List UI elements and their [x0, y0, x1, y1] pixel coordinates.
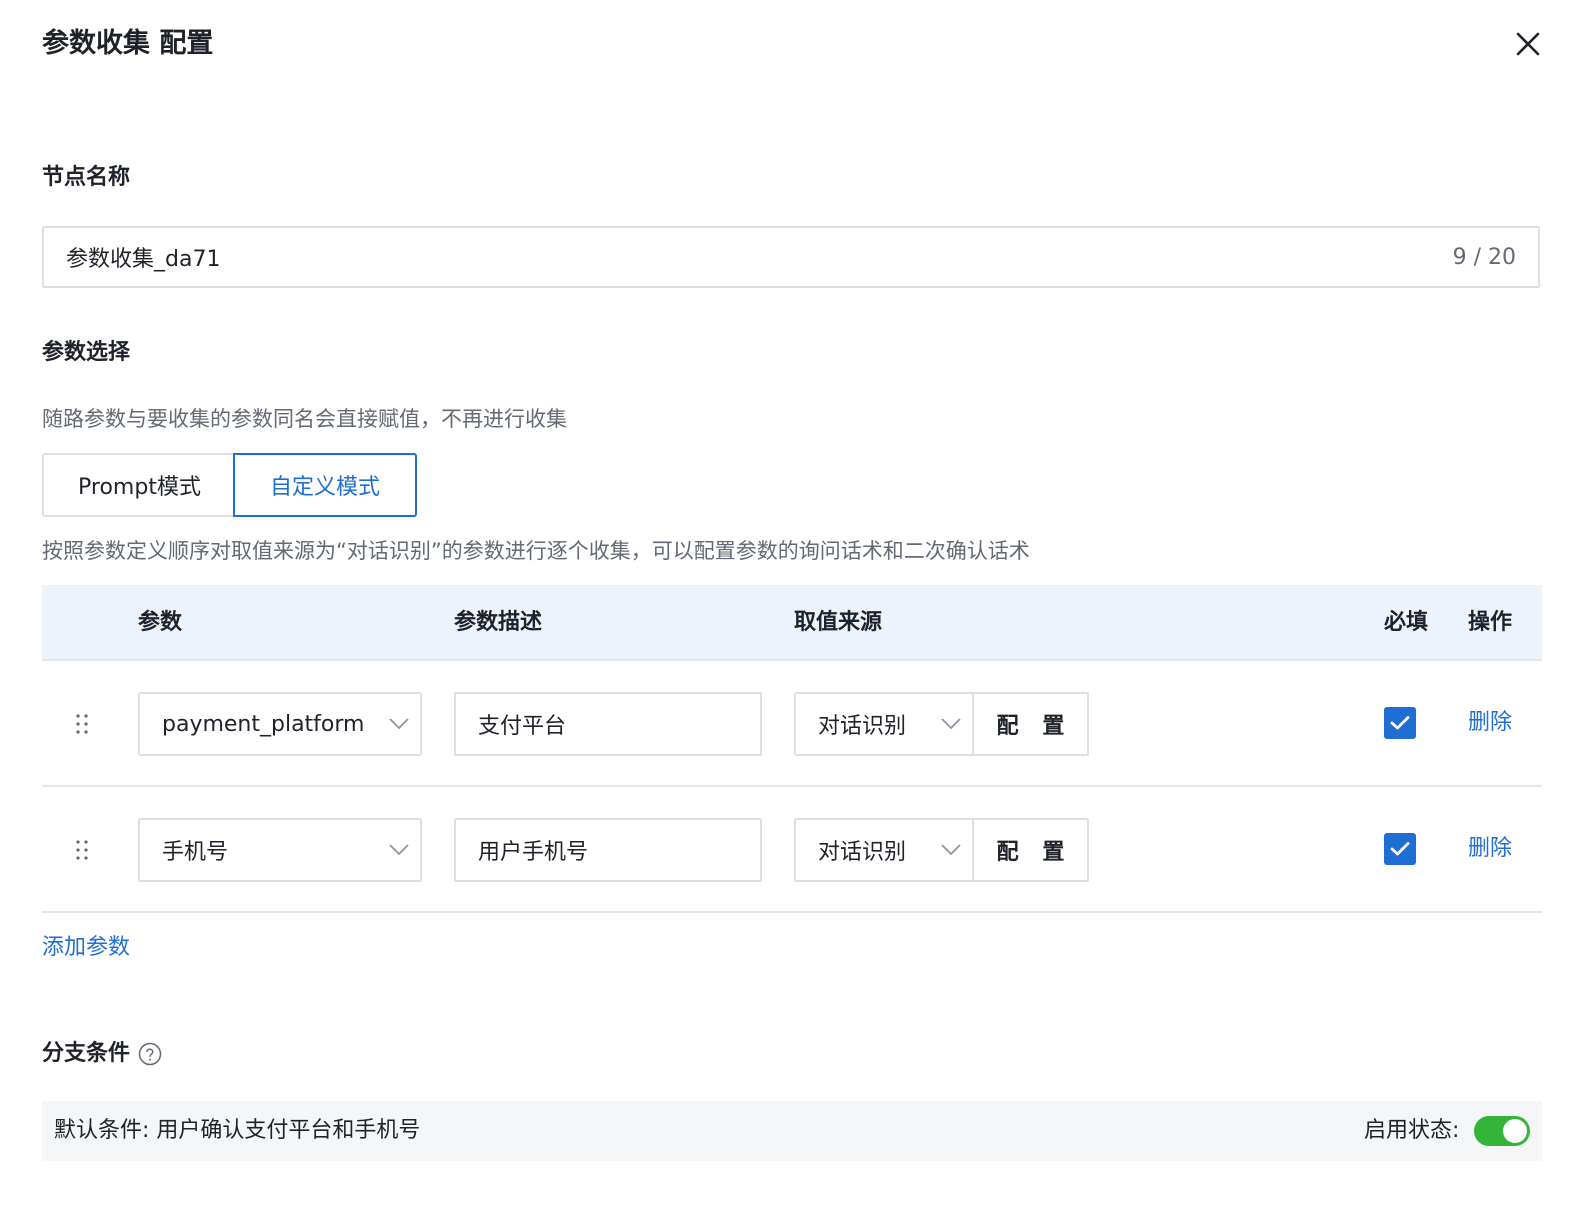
check-icon [1390, 716, 1410, 730]
table-row: 手机号 用户手机号 对话识别 配 置 删除 [42, 787, 1542, 913]
table-header: 参数 参数描述 取值来源 必填 操作 [42, 585, 1542, 661]
config-button[interactable]: 配 置 [972, 818, 1089, 882]
drag-handle-icon[interactable] [74, 713, 90, 735]
source-select[interactable]: 对话识别 [794, 692, 974, 756]
param-desc-value: 支付平台 [478, 714, 567, 739]
char-counter: 9 / 20 [1452, 244, 1516, 270]
delete-link[interactable]: 删除 [1468, 833, 1512, 865]
branch-section-title: 分支条件 [42, 1038, 162, 1070]
param-select-value: payment_platform [162, 711, 365, 737]
node-name-label: 节点名称 [42, 165, 131, 190]
add-param-link[interactable]: 添加参数 [42, 932, 130, 964]
col-action: 操作 [1468, 610, 1513, 635]
param-select[interactable]: 手机号 [138, 818, 422, 882]
toggle-knob [1503, 1119, 1527, 1143]
param-desc-input[interactable]: 用户手机号 [454, 818, 762, 882]
close-button[interactable] [1510, 26, 1546, 62]
drag-handle-icon[interactable] [74, 839, 90, 861]
dialog-title: 参数收集 配置 [42, 28, 214, 59]
status-label: 启用状态: [1364, 1118, 1460, 1143]
chevron-down-icon [389, 844, 409, 856]
default-condition-bar: 默认条件: 用户确认支付平台和手机号 启用状态: [42, 1101, 1542, 1161]
check-icon [1390, 842, 1410, 856]
param-select[interactable]: payment_platform [138, 692, 422, 756]
param-desc-input[interactable]: 支付平台 [454, 692, 762, 756]
required-checkbox[interactable] [1384, 707, 1416, 739]
node-name-value: 参数收集_da71 [66, 247, 221, 272]
node-name-input[interactable]: 参数收集_da71 9 / 20 [42, 226, 1540, 288]
source-select-value: 对话识别 [818, 840, 907, 865]
tab-prompt-mode[interactable]: Prompt模式 [42, 453, 235, 517]
chevron-down-icon [941, 844, 961, 856]
col-param: 参数 [138, 610, 183, 635]
param-select-value: 手机号 [162, 840, 229, 865]
enable-toggle[interactable] [1474, 1116, 1530, 1146]
branch-label: 分支条件 [42, 1041, 131, 1066]
required-checkbox[interactable] [1384, 833, 1416, 865]
param-desc-value: 用户手机号 [478, 840, 589, 865]
close-icon [1516, 32, 1540, 56]
chevron-down-icon [941, 718, 961, 730]
param-select-hint: 随路参数与要收集的参数同名会直接赋值，不再进行收集 [42, 407, 567, 431]
delete-link[interactable]: 删除 [1468, 707, 1512, 739]
table-row: payment_platform 支付平台 对话识别 配 置 删除 [42, 661, 1542, 787]
source-select-value: 对话识别 [818, 714, 907, 739]
tab-custom-mode[interactable]: 自定义模式 [233, 453, 417, 517]
col-source: 取值来源 [794, 610, 883, 635]
col-required: 必填 [1384, 610, 1429, 635]
config-button[interactable]: 配 置 [972, 692, 1089, 756]
mode-hint: 按照参数定义顺序对取值来源为“对话识别”的参数进行逐个收集，可以配置参数的询问话… [42, 539, 1030, 563]
source-select[interactable]: 对话识别 [794, 818, 974, 882]
col-desc: 参数描述 [454, 610, 543, 635]
param-select-label: 参数选择 [42, 340, 131, 365]
default-condition-text: 默认条件: 用户确认支付平台和手机号 [54, 1118, 421, 1143]
chevron-down-icon [389, 718, 409, 730]
help-icon[interactable] [138, 1042, 162, 1066]
